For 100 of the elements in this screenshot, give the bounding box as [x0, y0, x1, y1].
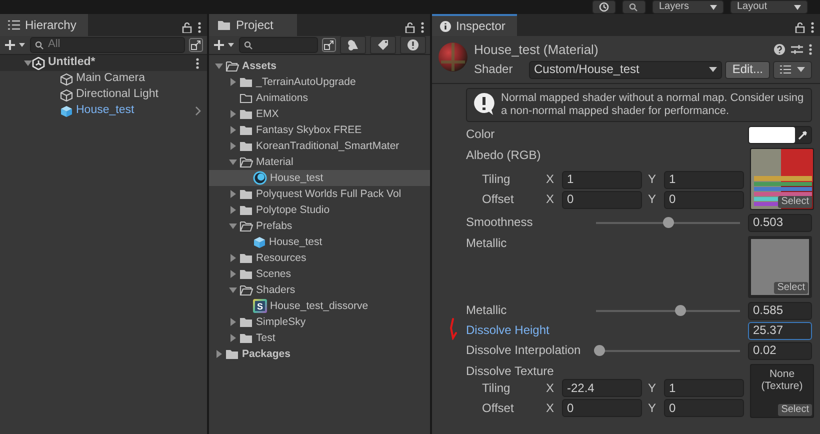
more-options-icon[interactable]	[811, 22, 814, 33]
number-field[interactable]: 0	[562, 398, 642, 417]
expanded-arrow-icon[interactable]	[229, 286, 237, 294]
collapsed-arrow-icon[interactable]	[229, 270, 237, 278]
hierarchy-item[interactable]: Directional Light	[0, 87, 207, 103]
project-item[interactable]: KoreanTraditional_SmartMater	[209, 138, 430, 154]
project-item[interactable]: _TerrainAutoUpgrade	[209, 74, 430, 90]
search-icon	[244, 40, 254, 50]
project-item[interactable]: S House_test_dissorve	[209, 298, 430, 314]
warning-filter-button[interactable]	[400, 36, 426, 54]
caret-icon	[709, 67, 718, 72]
slider-thumb[interactable]	[663, 217, 674, 228]
toolbar-dropdown[interactable]: Layout	[730, 0, 808, 14]
axis-label: Y	[648, 172, 658, 187]
project-item[interactable]: Scenes	[209, 266, 430, 282]
project-item[interactable]: House_test	[209, 170, 430, 186]
add-dropdown-icon[interactable]	[213, 39, 235, 51]
project-item[interactable]: House_test	[209, 234, 430, 250]
list-icon	[8, 20, 20, 30]
expanded-arrow-icon[interactable]	[24, 59, 32, 67]
color-field[interactable]	[748, 126, 812, 144]
number-field[interactable]: 1	[562, 170, 642, 189]
list-dropdown-button[interactable]	[773, 60, 812, 79]
number-field[interactable]: -22.4	[562, 378, 642, 397]
number-field[interactable]: 0	[562, 190, 642, 209]
eyedropper-icon[interactable]	[798, 130, 808, 140]
collapsed-arrow-icon[interactable]	[229, 318, 237, 326]
project-item[interactable]: Fantasy Skybox FREE	[209, 122, 430, 138]
chevron-right-icon[interactable]	[195, 106, 201, 116]
project-item[interactable]: Shaders	[209, 282, 430, 298]
vector-label: Tiling	[482, 380, 512, 396]
settings-sliders-icon[interactable]	[791, 44, 803, 56]
collapsed-arrow-icon[interactable]	[229, 206, 237, 214]
toolbar-dropdown[interactable]: Layers	[652, 0, 724, 14]
expanded-arrow-icon[interactable]	[215, 62, 223, 70]
scene-row[interactable]: Untitled*	[0, 55, 207, 71]
project-item[interactable]: Resources	[209, 250, 430, 266]
search-field[interactable]: All	[30, 37, 185, 53]
project-item[interactable]: Material	[209, 154, 430, 170]
search-input[interactable]: All	[48, 38, 180, 52]
maximize-icon[interactable]	[189, 38, 203, 52]
lock-icon[interactable]	[795, 22, 805, 33]
collapsed-arrow-icon[interactable]	[229, 126, 237, 134]
project-item[interactable]: Polyquest Worlds Full Pack Vol	[209, 186, 430, 202]
project-item[interactable]: Polytope Studio	[209, 202, 430, 218]
maximize-icon[interactable]	[322, 38, 336, 52]
panel-tab[interactable]: Hierarchy	[0, 14, 88, 36]
collapsed-arrow-icon[interactable]	[215, 350, 223, 358]
collapsed-arrow-icon[interactable]	[229, 190, 237, 198]
search-button[interactable]	[622, 0, 646, 14]
panel-tab[interactable]: Inspector	[432, 14, 517, 36]
select-button[interactable]: Select	[774, 282, 808, 294]
shader-dropdown[interactable]: Custom/House_test	[529, 60, 722, 79]
texture-thumbnail[interactable]: Select	[750, 148, 814, 210]
more-options-icon[interactable]	[809, 44, 812, 56]
collapsed-arrow-icon[interactable]	[229, 334, 237, 342]
slider-thumb[interactable]	[675, 305, 686, 316]
value-field[interactable]: 0.585	[748, 302, 812, 320]
project-item[interactable]: EMX	[209, 106, 430, 122]
value-field[interactable]: 0.02	[748, 342, 812, 360]
expanded-arrow-icon[interactable]	[229, 222, 237, 230]
folder-icon	[239, 252, 253, 264]
value-field[interactable]: 0.503	[748, 214, 812, 232]
panel-tab[interactable]: Project	[209, 14, 297, 36]
expanded-arrow-icon[interactable]	[229, 158, 237, 166]
project-item[interactable]: Packages	[209, 346, 430, 362]
tag-filter-button[interactable]	[370, 36, 396, 54]
lock-icon[interactable]	[182, 22, 192, 33]
texture-thumbnail[interactable]: Select	[748, 236, 812, 298]
collapsed-arrow-icon[interactable]	[229, 110, 237, 118]
slider-thumb[interactable]	[594, 345, 605, 356]
search-field[interactable]	[239, 37, 318, 53]
lock-icon[interactable]	[405, 22, 415, 33]
project-item[interactable]: SimpleSky	[209, 314, 430, 330]
texture-slot[interactable]: None (Texture) Select	[750, 364, 814, 418]
project-item[interactable]: Test	[209, 330, 430, 346]
more-options-icon[interactable]	[196, 58, 199, 68]
hierarchy-item[interactable]: House_test	[0, 103, 207, 119]
collapsed-arrow-icon[interactable]	[229, 142, 237, 150]
more-options-icon[interactable]	[421, 22, 424, 33]
collapsed-arrow-icon[interactable]	[229, 78, 237, 86]
number-field[interactable]: 0	[664, 190, 744, 209]
select-button[interactable]: Select	[778, 196, 812, 208]
project-item[interactable]: Prefabs	[209, 218, 430, 234]
value-field[interactable]: 25.37	[748, 322, 812, 340]
more-options-icon[interactable]	[198, 22, 201, 33]
number-field[interactable]: 1	[664, 378, 744, 397]
edit-button[interactable]: Edit...	[725, 60, 770, 79]
add-dropdown-icon[interactable]	[4, 39, 26, 51]
project-item[interactable]: Assets	[209, 58, 430, 74]
select-button[interactable]: Select	[778, 404, 812, 416]
number-field[interactable]: 0	[664, 398, 744, 417]
hierarchy-item[interactable]: Main Camera	[0, 71, 207, 87]
shapes-filter-button[interactable]	[340, 36, 366, 54]
history-button[interactable]	[592, 0, 616, 14]
warning-message: Normal mapped shader without a normal map. Consider using a non-normal mapped shader for performance.	[501, 92, 805, 118]
help-icon[interactable]	[774, 44, 785, 56]
number-field[interactable]: 1	[664, 170, 744, 189]
collapsed-arrow-icon[interactable]	[229, 254, 237, 262]
project-item[interactable]: Animations	[209, 90, 430, 106]
